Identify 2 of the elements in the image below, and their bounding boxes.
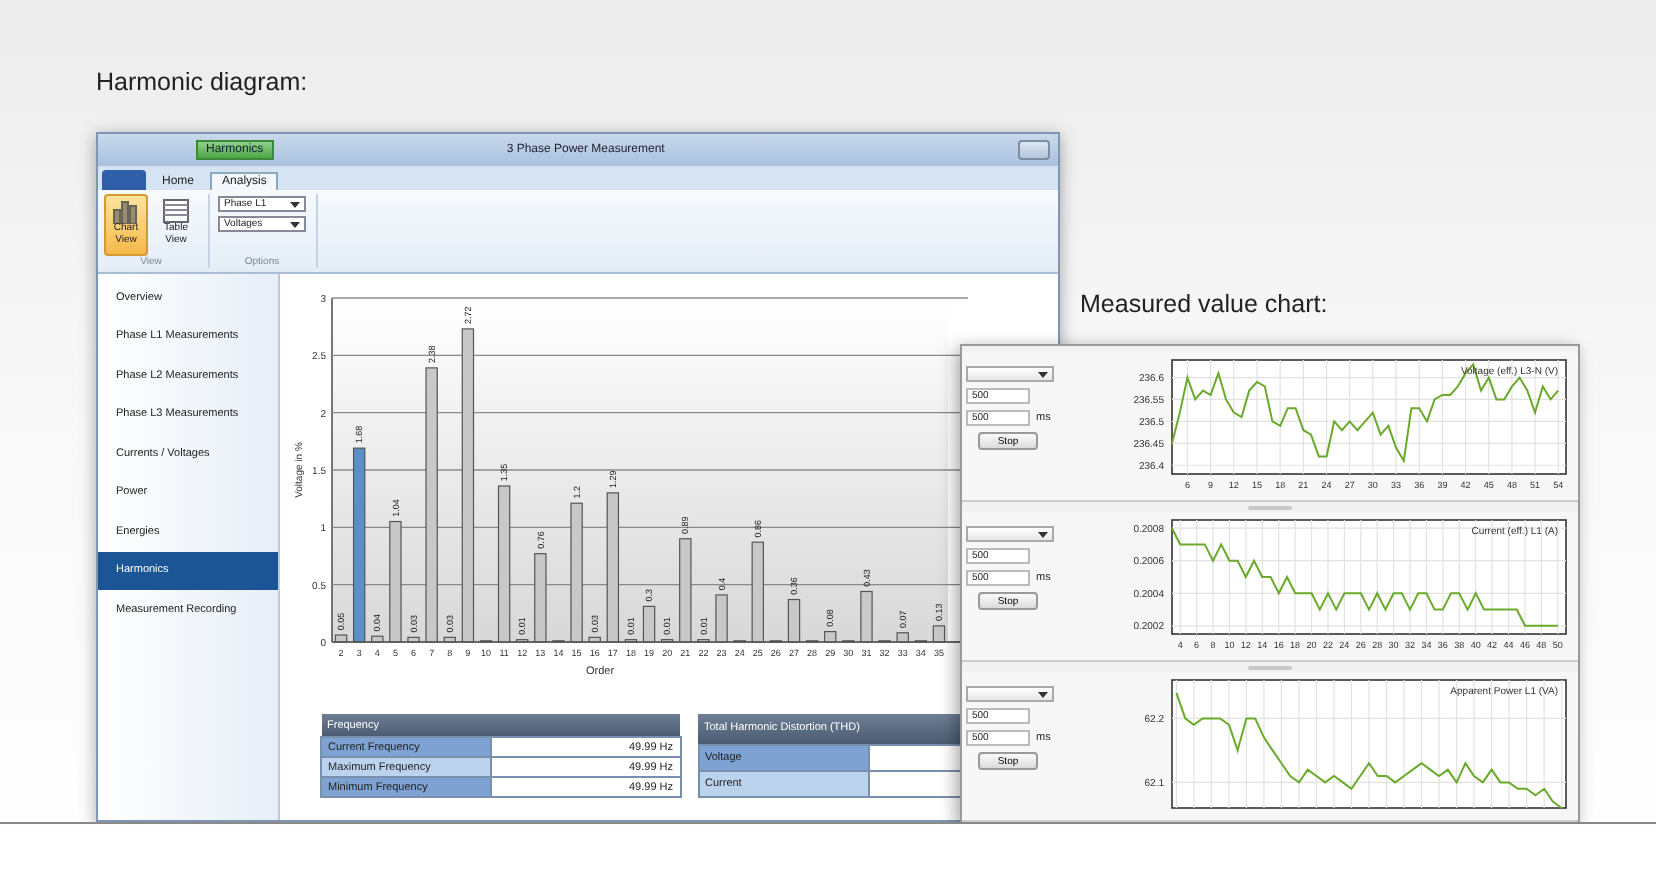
section-heading: Measured value chart: [1080,290,1328,318]
section-heading: Harmonic diagram: [96,68,308,96]
